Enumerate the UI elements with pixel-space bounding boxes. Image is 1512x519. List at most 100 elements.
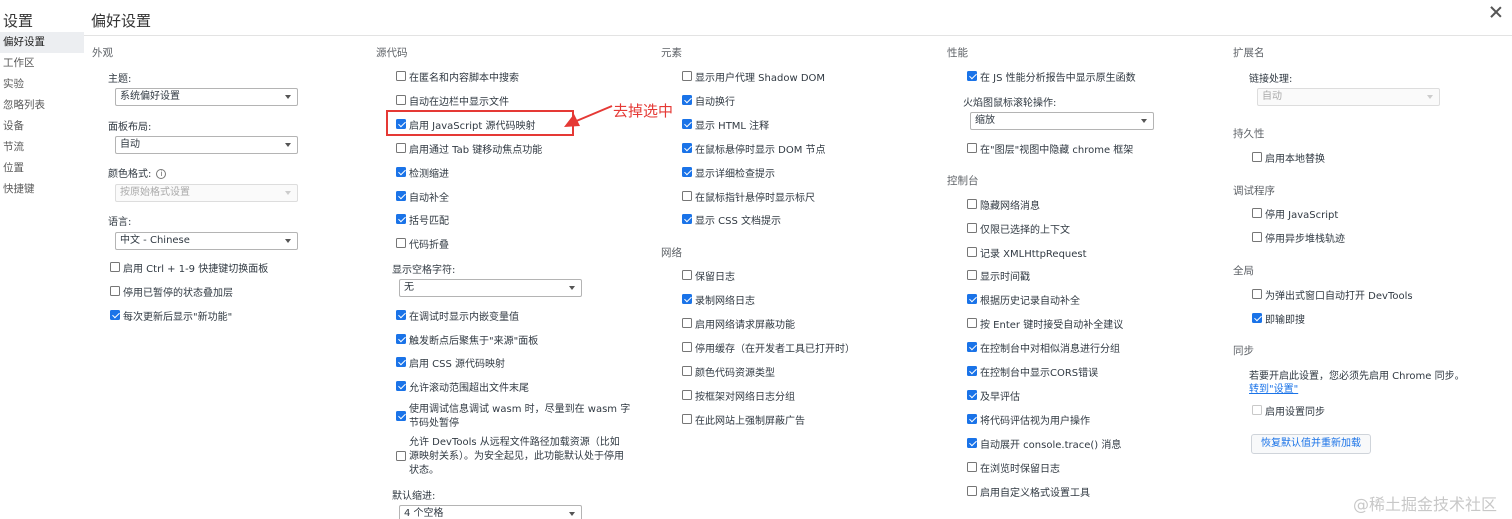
- checkbox[interactable]: [110, 286, 120, 296]
- checkbox-checked[interactable]: [396, 381, 406, 391]
- checkbox[interactable]: [967, 486, 977, 496]
- checkbox-row-scroll-past-end[interactable]: 允许滚动范围超出文件末尾: [396, 379, 529, 394]
- checkbox-row-inline-values[interactable]: 在调试时显示内嵌变量值: [396, 308, 519, 323]
- checkbox-row-focus-sources[interactable]: 触发断点后聚焦于"来源"面板: [396, 332, 538, 347]
- checkbox-row-enter-accept[interactable]: 按 Enter 键时接受自动补全建议: [967, 316, 1123, 331]
- checkbox[interactable]: [1252, 405, 1262, 415]
- checkbox[interactable]: [682, 342, 692, 352]
- checkbox[interactable]: [682, 191, 692, 201]
- checkbox-checked[interactable]: [396, 411, 406, 421]
- checkbox[interactable]: [1252, 232, 1262, 242]
- checkbox-row-hover-dom[interactable]: 在鼠标悬停时显示 DOM 节点: [682, 141, 826, 156]
- checkbox-row-css-docs[interactable]: 显示 CSS 文档提示: [682, 212, 781, 227]
- checkbox-row-shadow-dom[interactable]: 显示用户代理 Shadow DOM: [682, 69, 825, 84]
- checkbox-row-preserve-log[interactable]: 保留日志: [682, 268, 735, 283]
- checkbox-row-hide-chrome-frame[interactable]: 在"图层"视图中隐藏 chrome 框架: [967, 141, 1133, 156]
- checkbox[interactable]: [967, 199, 977, 209]
- checkbox[interactable]: [967, 462, 977, 472]
- checkbox[interactable]: [967, 270, 977, 280]
- checkbox-row-selected-context[interactable]: 仅限已选择的上下文: [967, 221, 1070, 236]
- checkbox-checked[interactable]: [396, 167, 406, 177]
- sidebar-item-workspace[interactable]: 工作区: [0, 53, 84, 74]
- checkbox-row-auto-open-popups[interactable]: 为弹出式窗口自动打开 DevTools: [1252, 287, 1413, 302]
- checkbox-checked[interactable]: [396, 310, 406, 320]
- checkbox-row-remote-resources[interactable]: 允许 DevTools 从远程文件路径加载资源（比如源映射关系）。为安全起见，此…: [396, 436, 626, 478]
- checkbox-checked[interactable]: [682, 143, 692, 153]
- checkbox-row-search-anonymous[interactable]: 在匿名和内容脚本中搜索: [396, 69, 519, 84]
- panel-layout-select[interactable]: 自动: [115, 136, 298, 154]
- checkbox-row-rulers[interactable]: 在鼠标指针悬停时显示标尺: [682, 189, 815, 204]
- checkbox[interactable]: [396, 238, 406, 248]
- checkbox-row-word-wrap[interactable]: 自动换行: [682, 93, 735, 108]
- checkbox-row-css-source-maps[interactable]: 启用 CSS 源代码映射: [396, 355, 505, 370]
- checkbox[interactable]: [682, 71, 692, 81]
- checkbox-row-html-comments[interactable]: 显示 HTML 注释: [682, 117, 769, 132]
- checkbox[interactable]: [967, 223, 977, 233]
- checkbox[interactable]: [682, 390, 692, 400]
- checkbox-checked[interactable]: [682, 95, 692, 105]
- checkbox[interactable]: [682, 270, 692, 280]
- checkbox[interactable]: [967, 143, 977, 153]
- go-to-settings-link[interactable]: 转到"设置": [1249, 380, 1298, 395]
- checkbox-checked[interactable]: [396, 191, 406, 201]
- checkbox[interactable]: [396, 71, 406, 81]
- checkbox-row-cors-errors[interactable]: 在控制台中显示CORS错误: [967, 364, 1098, 379]
- checkbox-checked[interactable]: [396, 214, 406, 224]
- checkbox-row-custom-formatters[interactable]: 启用自定义格式设置工具: [967, 484, 1090, 499]
- checkbox-row-group-by-frame[interactable]: 按框架对网络日志分组: [682, 388, 795, 403]
- checkbox-checked[interactable]: [682, 119, 692, 129]
- checkbox-checked[interactable]: [967, 71, 977, 81]
- sidebar-item-throttling[interactable]: 节流: [0, 137, 84, 158]
- checkbox[interactable]: [967, 318, 977, 328]
- checkbox-row-wasm-debug[interactable]: 使用调试信息调试 wasm 时，尽量到在 wasm 字节码处暂停: [396, 403, 636, 431]
- checkbox[interactable]: [110, 262, 120, 272]
- checkbox-checked[interactable]: [967, 414, 977, 424]
- checkbox[interactable]: [967, 247, 977, 257]
- checkbox-row-ad-blocking[interactable]: 在此网站上强制屏蔽广告: [682, 412, 805, 427]
- checkbox-checked[interactable]: [396, 357, 406, 367]
- checkbox-row-async-stack[interactable]: 停用异步堆栈轨迹: [1252, 230, 1345, 245]
- checkbox-checked[interactable]: [682, 294, 692, 304]
- sidebar-item-devices[interactable]: 设备: [0, 116, 84, 137]
- checkbox-checked[interactable]: [682, 214, 692, 224]
- default-indent-select[interactable]: 4 个空格: [399, 505, 582, 519]
- sidebar-item-ignore-list[interactable]: 忽略列表: [0, 95, 84, 116]
- theme-select[interactable]: 系统偏好设置: [115, 88, 298, 106]
- checkbox-row-preserve-nav-log[interactable]: 在浏览时保留日志: [967, 460, 1060, 475]
- whitespace-select[interactable]: 无: [399, 279, 582, 297]
- checkbox-row-log-xhr[interactable]: 记录 XMLHttpRequest: [967, 245, 1087, 260]
- checkbox[interactable]: [1252, 289, 1262, 299]
- checkbox-checked[interactable]: [110, 310, 120, 320]
- sidebar-item-preferences[interactable]: 偏好设置: [0, 32, 84, 53]
- checkbox-checked[interactable]: [396, 334, 406, 344]
- checkbox-row-hide-network[interactable]: 隐藏网络消息: [967, 197, 1040, 212]
- language-select[interactable]: 中文 - Chinese: [115, 232, 298, 250]
- checkbox-row-disable-js[interactable]: 停用 JavaScript: [1252, 206, 1338, 221]
- close-icon[interactable]: [1488, 4, 1504, 20]
- checkbox-row-user-gesture[interactable]: 将代码评估视为用户操作: [967, 412, 1090, 427]
- checkbox-row-paused-overlay[interactable]: 停用已暂停的状态叠加层: [110, 284, 233, 299]
- checkbox-checked[interactable]: [967, 294, 977, 304]
- checkbox-row-detailed-tooltips[interactable]: 显示详细检查提示: [682, 165, 775, 180]
- checkbox-row-code-folding[interactable]: 代码折叠: [396, 236, 449, 251]
- checkbox[interactable]: [682, 414, 692, 424]
- checkbox-row-settings-sync[interactable]: 启用设置同步: [1252, 403, 1325, 418]
- checkbox-row-detect-indent[interactable]: 检测缩进: [396, 165, 449, 180]
- checkbox-row-expand-trace[interactable]: 自动展开 console.trace() 消息: [967, 436, 1121, 451]
- checkbox[interactable]: [682, 318, 692, 328]
- checkbox-checked[interactable]: [967, 438, 977, 448]
- checkbox-row-tab-focus[interactable]: 启用通过 Tab 键移动焦点功能: [396, 141, 542, 156]
- checkbox-row-native-functions[interactable]: 在 JS 性能分析报告中显示原生函数: [967, 69, 1136, 84]
- info-icon[interactable]: i: [156, 169, 167, 179]
- checkbox[interactable]: [396, 143, 406, 153]
- checkbox-row-timestamps[interactable]: 显示时间戳: [967, 268, 1030, 283]
- reset-defaults-button[interactable]: 恢复默认值并重新加载: [1251, 434, 1371, 454]
- checkbox-row-ctrl-shortcuts[interactable]: 启用 Ctrl + 1-9 快捷键切换面板: [110, 260, 268, 275]
- checkbox-checked[interactable]: [967, 342, 977, 352]
- sidebar-item-locations[interactable]: 位置: [0, 158, 84, 179]
- checkbox-row-bracket-match[interactable]: 括号匹配: [396, 212, 449, 227]
- checkbox-row-search-as-type[interactable]: 即输即搜: [1252, 311, 1305, 326]
- checkbox-row-color-code[interactable]: 颜色代码资源类型: [682, 364, 775, 379]
- checkbox-row-autocomplete[interactable]: 自动补全: [396, 189, 449, 204]
- checkbox-row-local-overrides[interactable]: 启用本地替换: [1252, 150, 1325, 165]
